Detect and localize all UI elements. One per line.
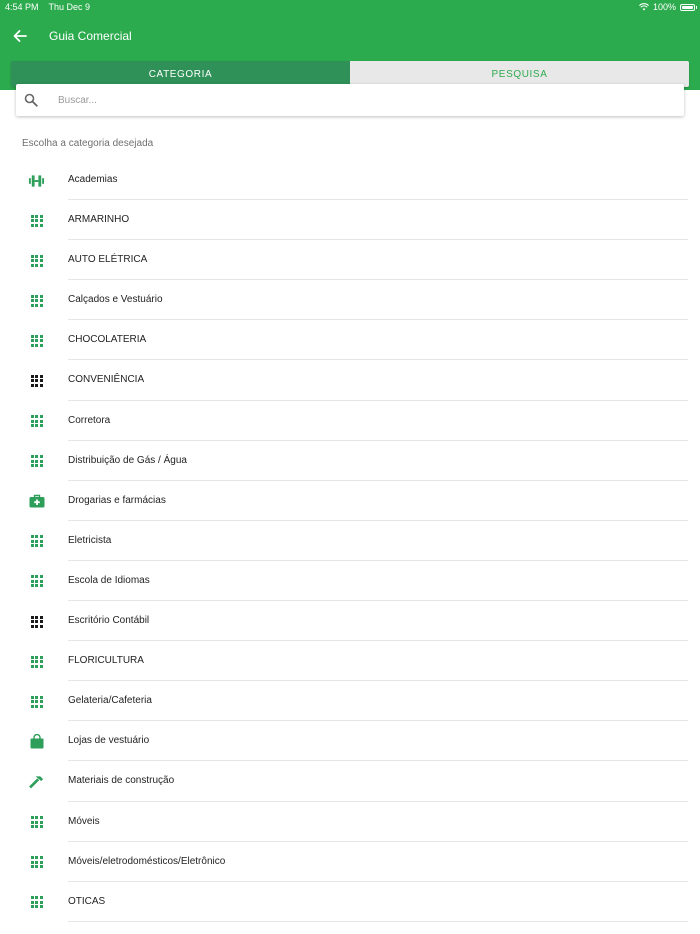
grid-icon bbox=[28, 413, 45, 430]
list-item[interactable]: CONVENIÊNCIA bbox=[0, 360, 700, 401]
grid-icon bbox=[28, 453, 45, 470]
battery-percentage: 100% bbox=[652, 2, 676, 12]
list-item[interactable]: Distribuição de Gás / Água bbox=[0, 441, 700, 481]
status-time: 4:54 PM bbox=[5, 2, 39, 12]
list-item[interactable]: AUTO ELÉTRICA bbox=[0, 240, 700, 281]
grid-icon bbox=[28, 894, 45, 911]
list-item-label: Gelateria/Cafeteria bbox=[68, 695, 152, 707]
list-item-label: Escola de Idiomas bbox=[68, 574, 150, 586]
search-box bbox=[16, 84, 684, 116]
shopping-bag-icon bbox=[28, 733, 45, 750]
grid-icon bbox=[28, 533, 45, 550]
grid-icon bbox=[28, 292, 45, 309]
list-item-label: ARMARINHO bbox=[68, 214, 130, 226]
list-item[interactable]: Gelateria/Cafeteria bbox=[0, 681, 700, 722]
grid-icon bbox=[28, 814, 45, 831]
list-item[interactable]: OTICAS bbox=[0, 882, 700, 922]
list-item-label: Calçados e Vestuário bbox=[68, 294, 163, 306]
list-item[interactable]: Drogarias e farmácias bbox=[0, 481, 700, 521]
list-item[interactable]: Eletricista bbox=[0, 521, 700, 562]
wifi-icon bbox=[638, 3, 649, 11]
list-item-label: FLORICULTURA bbox=[68, 655, 144, 667]
section-label: Escolha a categoria desejada bbox=[22, 138, 154, 149]
list-item-label: Móveis bbox=[68, 815, 100, 827]
grid-icon bbox=[28, 653, 45, 670]
list-item-label: Drogarias e farmácias bbox=[68, 494, 166, 506]
list-item-label: Escritório Contábil bbox=[68, 615, 150, 627]
list-item[interactable]: CHOCOLATERIA bbox=[0, 320, 700, 361]
app-bar: Guia Comercial CATEGORIA PESQUISA bbox=[0, 14, 700, 90]
list-item-label: CONVENIÊNCIA bbox=[68, 374, 145, 386]
status-right: 100% bbox=[638, 2, 697, 12]
arrow-left-icon[interactable] bbox=[10, 26, 30, 46]
battery-icon bbox=[680, 3, 697, 11]
dumbbell-icon bbox=[28, 172, 45, 189]
list-item-label: Eletricista bbox=[68, 534, 112, 546]
list-item-label: Academias bbox=[68, 174, 118, 185]
status-date: Thu Dec 9 bbox=[48, 2, 91, 12]
status-left: 4:54 PM Thu Dec 9 bbox=[5, 2, 90, 12]
list-item[interactable]: Calçados e Vestuário bbox=[0, 280, 700, 321]
list-item[interactable]: Móveis/eletrodomésticos/Eletrônico bbox=[0, 842, 700, 882]
list-item[interactable]: Escola de Idiomas bbox=[0, 561, 700, 602]
grid-icon bbox=[28, 252, 45, 269]
list-item[interactable]: ARMARINHO bbox=[0, 200, 700, 241]
grid-icon bbox=[28, 613, 45, 630]
list-item[interactable]: Escritório Contábil bbox=[0, 601, 700, 642]
list-item-label: Lojas de vestuário bbox=[68, 735, 150, 747]
list-item-label: Corretora bbox=[68, 414, 111, 426]
search-input[interactable] bbox=[58, 90, 658, 110]
grid-icon bbox=[28, 372, 45, 389]
grid-icon bbox=[28, 332, 45, 349]
list-item[interactable]: Materiais de construção bbox=[0, 761, 700, 802]
grid-icon bbox=[28, 854, 45, 871]
grid-icon bbox=[28, 693, 45, 710]
category-list: Academias ARMARINHO AUTO ELÉTRICA Calçados … bbox=[0, 160, 700, 922]
grid-icon bbox=[28, 212, 45, 229]
list-item[interactable]: Corretora bbox=[0, 401, 700, 441]
list-item-label: Móveis/eletrodomésticos/Eletrônico bbox=[68, 855, 226, 867]
status-bar: 4:54 PM Thu Dec 9 100% bbox=[0, 0, 700, 14]
list-item-label: AUTO ELÉTRICA bbox=[68, 254, 148, 266]
list-item-label: OTICAS bbox=[68, 895, 106, 907]
search-icon bbox=[24, 93, 38, 107]
list-item[interactable]: Lojas de vestuário bbox=[0, 721, 700, 762]
medical-kit-icon bbox=[28, 493, 45, 510]
hammer-icon bbox=[28, 773, 45, 790]
list-item[interactable]: FLORICULTURA bbox=[0, 641, 700, 682]
list-item-label: CHOCOLATERIA bbox=[68, 334, 147, 346]
list-item-label: Materiais de construção bbox=[68, 775, 175, 787]
list-item-label: Distribuição de Gás / Água bbox=[68, 454, 187, 466]
page-title: Guia Comercial bbox=[49, 29, 132, 43]
list-item[interactable]: Academias bbox=[0, 160, 700, 201]
list-item[interactable]: Móveis bbox=[0, 802, 700, 842]
grid-icon bbox=[28, 573, 45, 590]
